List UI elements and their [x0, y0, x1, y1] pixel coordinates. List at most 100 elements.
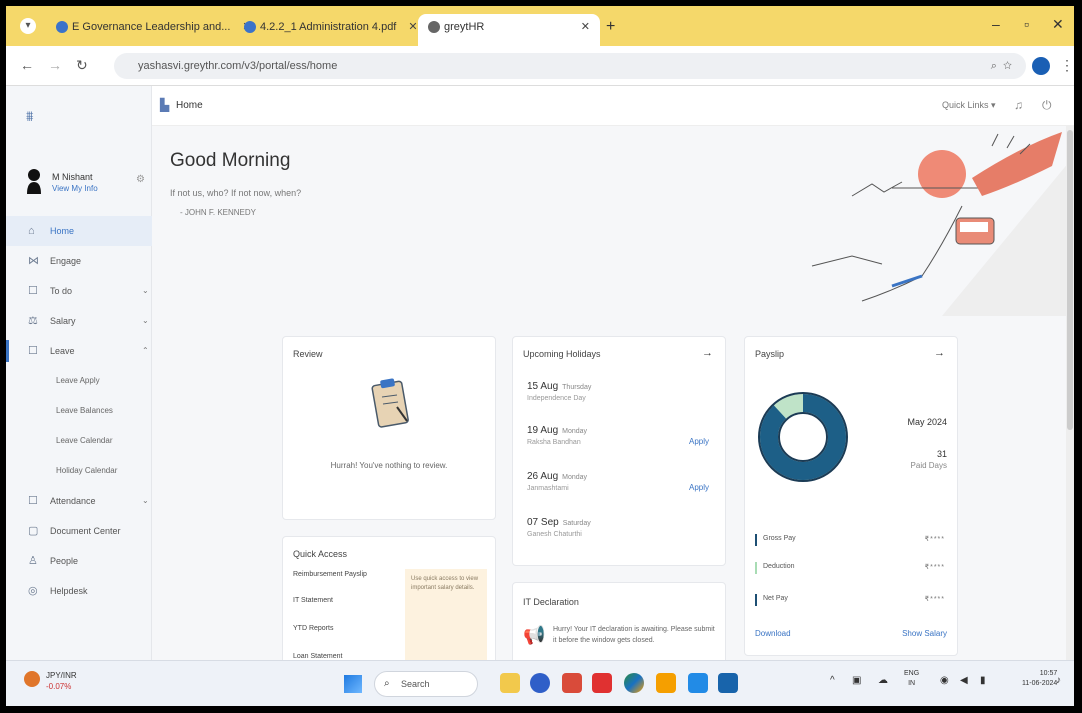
home-nav-icon: ▙ [160, 98, 170, 112]
file-explorer-icon[interactable] [500, 673, 520, 693]
chevron-down-icon: ⌄ [142, 316, 149, 325]
sidebar-item-todo[interactable]: ☐ To do ⌄ [6, 276, 152, 306]
close-window-button[interactable]: ✕ [1052, 16, 1064, 33]
sidebar-item-leave[interactable]: ☐ Leave ⌃ [6, 336, 152, 366]
stock-name: JPY/INR [46, 671, 77, 680]
sidebar-item-engage[interactable]: ⋈ Engage [6, 246, 152, 276]
salary-icon: ⚖ [28, 315, 38, 327]
battery-icon[interactable]: ▮ [980, 675, 986, 686]
browser-tab-bar: ▾ E Governance Leadership and...✕ 4.2.2_… [6, 6, 1074, 46]
deduction-row: Deduction ₹**** [755, 561, 949, 575]
new-tab-button[interactable]: + [606, 18, 615, 36]
tab-administration-pdf[interactable]: 4.2.2_1 Administration 4.pdf ✕ [234, 14, 428, 46]
apply-leave-link[interactable]: Apply [689, 437, 709, 446]
todo-icon: ☐ [28, 285, 38, 297]
review-card: Review Hurrah! You've nothing to review. [282, 336, 496, 520]
quick-access-link[interactable]: IT Statement [293, 597, 333, 604]
quick-access-link[interactable]: Loan Statement [293, 653, 342, 660]
system-clock[interactable]: 10:57 11-06-2024 [1022, 669, 1057, 689]
sidebar-item-attendance[interactable]: ☐ Attendance ⌄ [6, 486, 152, 516]
apply-leave-link[interactable]: Apply [689, 483, 709, 492]
close-tab-icon[interactable]: ✕ [408, 21, 417, 33]
it-declaration-title: IT Declaration [523, 597, 579, 607]
close-tab-icon[interactable]: ✕ [581, 14, 590, 40]
download-payslip-link[interactable]: Download [755, 629, 791, 638]
notification-icon[interactable]: ♫ [1014, 98, 1023, 112]
sidebar-subitem-leave-calendar[interactable]: Leave Calendar [6, 426, 152, 456]
cortana-icon[interactable] [530, 673, 550, 693]
clipboard-icon [371, 378, 409, 428]
sidebar-item-helpdesk[interactable]: ◎ Helpdesk [6, 576, 152, 606]
review-title: Review [293, 349, 323, 359]
megaphone-icon: 📢 [523, 625, 546, 645]
tray-app-icon[interactable]: ▣ [852, 675, 861, 686]
tab-search-icon[interactable]: ▾ [20, 18, 36, 34]
payslip-title: Payslip [755, 349, 785, 359]
quick-access-link[interactable]: YTD Reports [293, 625, 333, 632]
word-icon[interactable] [718, 673, 738, 693]
chrome-icon[interactable] [624, 673, 644, 693]
quick-links-dropdown[interactable]: Quick Links ▾ [942, 100, 996, 111]
taskbar-search[interactable]: ⌕ Search [374, 671, 478, 697]
upcoming-holidays-card: Upcoming Holidays → 15 Aug Thursday Indep… [512, 336, 726, 566]
tray-chevron-icon[interactable]: ^ [830, 675, 835, 686]
bookmark-star-icon[interactable]: ⌕ ☆ [991, 53, 1012, 79]
payslip-month: May 2024 [907, 417, 947, 427]
tray-cloud-icon[interactable]: ☁ [878, 675, 888, 686]
reload-icon[interactable]: ↻ [76, 57, 88, 74]
sidebar-subitem-holiday-calendar[interactable]: Holiday Calendar [6, 456, 152, 486]
app-sidebar: ⩩ M Nishant View My Info ⚙ ⌂ Home ⋈ Enga… [6, 86, 152, 660]
minimize-button[interactable]: – [992, 16, 1000, 32]
profile-avatar[interactable] [1032, 57, 1050, 75]
chevron-down-icon: ⌄ [142, 496, 149, 505]
people-icon: ♙ [28, 555, 38, 567]
page-scrollbar[interactable] [1066, 126, 1074, 660]
forward-icon[interactable]: → [48, 57, 62, 73]
back-icon[interactable]: ← [20, 57, 34, 73]
taskbar: JPY/INR -0.07% ⌕ Search ^ ▣ ☁ ENG IN ◉ ◀… [6, 660, 1074, 706]
sidebar-subitem-leave-apply[interactable]: Leave Apply [6, 366, 152, 396]
screen: ▾ E Governance Leadership and...✕ 4.2.2_… [6, 6, 1074, 706]
browser-menu-icon[interactable]: ⋮ [1060, 57, 1074, 74]
globe-icon [428, 21, 440, 34]
greythr-logo-icon[interactable]: ⩩ [26, 108, 44, 124]
power-icon[interactable]: ⏻ [1042, 98, 1052, 113]
tab-greythr[interactable]: greytHR ✕ [418, 14, 600, 46]
sidebar-item-people[interactable]: ♙ People [6, 546, 152, 576]
app-icon[interactable] [562, 673, 582, 693]
volume-icon[interactable]: ◀ [960, 675, 968, 686]
sidebar-item-document-center[interactable]: ▢ Document Center [6, 516, 152, 546]
sidebar-item-home[interactable]: ⌂ Home [6, 216, 152, 246]
tab-egovernance[interactable]: E Governance Leadership and...✕ [46, 14, 262, 46]
avatar [27, 169, 41, 194]
folder-icon[interactable] [656, 673, 676, 693]
holiday-item: 19 Aug Monday Raksha Bandhan [527, 425, 588, 446]
windows-start-icon[interactable] [344, 675, 362, 693]
scrollbar-thumb[interactable] [1067, 130, 1073, 430]
main-content: Good Morning If not us, who? If not now,… [152, 126, 1074, 660]
youtube-icon[interactable] [592, 673, 612, 693]
notification-bell-icon[interactable]: ♪ [1056, 675, 1061, 686]
wifi-icon[interactable]: ◉ [940, 675, 949, 686]
url-field[interactable]: yashasvi.greythr.com/v3/portal/ess/home … [114, 53, 1026, 79]
chevron-down-icon: ⌄ [142, 286, 149, 295]
sidebar-item-salary[interactable]: ⚖ Salary ⌄ [6, 306, 152, 336]
chevron-up-icon: ⌃ [142, 346, 149, 355]
store-icon[interactable] [688, 673, 708, 693]
quick-access-card: Quick Access Reimbursement Payslip IT St… [282, 536, 496, 660]
language-indicator[interactable]: ENG IN [904, 669, 919, 689]
maximize-button[interactable]: ▫ [1024, 16, 1029, 32]
view-my-info-link[interactable]: View My Info [52, 184, 98, 193]
show-salary-link[interactable]: Show Salary [902, 629, 947, 638]
gear-icon[interactable]: ⚙ [136, 174, 145, 185]
arrow-right-icon[interactable]: → [934, 347, 945, 359]
tab-favicon-icon [56, 21, 68, 34]
sidebar-subitem-leave-balances[interactable]: Leave Balances [6, 396, 152, 426]
helpdesk-icon: ◎ [28, 585, 38, 597]
stock-widget-icon[interactable] [24, 671, 40, 687]
quick-access-link[interactable]: Reimbursement Payslip [293, 571, 367, 578]
quote-author: - JOHN F. KENNEDY [180, 208, 257, 217]
sidebar-nav: ⌂ Home ⋈ Engage ☐ To do ⌄ ⚖ Salary ⌄ ☐ L… [6, 216, 152, 606]
search-icon: ⌕ [384, 678, 390, 689]
arrow-right-icon[interactable]: → [702, 347, 713, 359]
